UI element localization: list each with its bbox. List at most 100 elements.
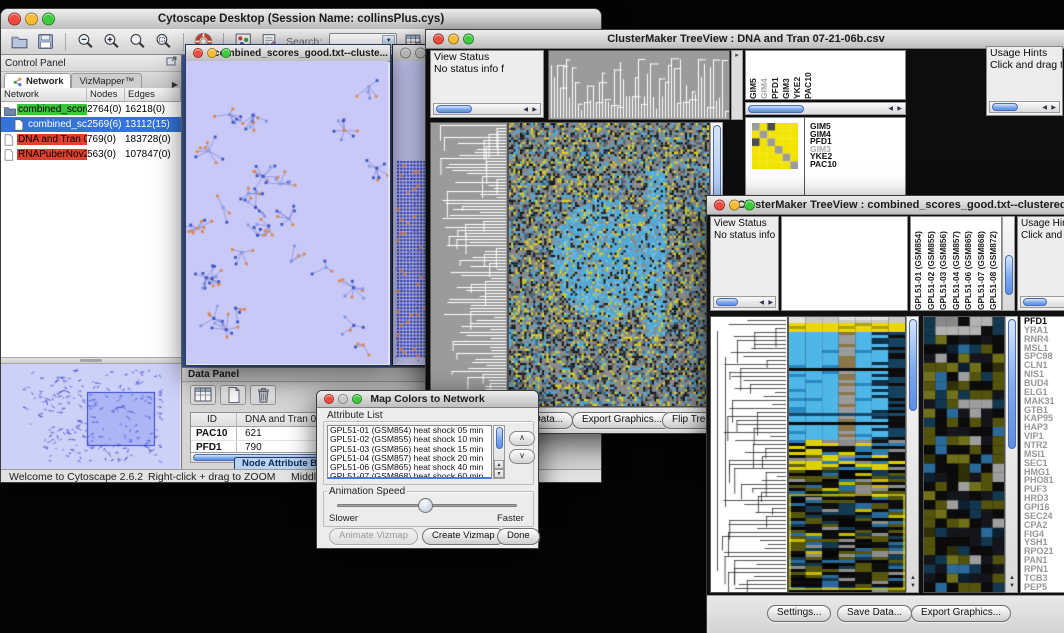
scroll-left-icon[interactable]: ◀ (1042, 105, 1047, 111)
delete-attribute-trash-icon[interactable] (250, 385, 276, 405)
gene-label[interactable]: MON2 (1024, 592, 1064, 593)
tv1-split-strip[interactable]: ▸ (731, 50, 743, 120)
view-status-hscrollbar[interactable]: ◀ ▶ (433, 103, 541, 115)
tv1-zoom-heatmap[interactable] (752, 123, 798, 169)
zoom-button[interactable] (352, 394, 362, 404)
scroll-up-icon[interactable]: ▲ (494, 460, 504, 469)
tv2-labels-vscrollbar[interactable] (1002, 216, 1015, 311)
minimize-button[interactable] (25, 13, 38, 26)
close-button[interactable] (400, 48, 411, 59)
tv2-zoom-vscrollbar[interactable]: ▲ ▼ (1005, 316, 1018, 593)
treeview1-titlebar[interactable]: ClusterMaker TreeView : DNA and Tran 07-… (426, 30, 1064, 49)
minimize-button[interactable] (729, 200, 740, 211)
scroll-left-icon[interactable]: ◀ (888, 106, 893, 112)
tv1-labels-hscrollbar[interactable]: ◀ ▶ (745, 102, 906, 115)
attribute-item[interactable]: GPL51-03 (GSM856) heat shock 15 min (328, 445, 491, 454)
scroll-down-icon[interactable]: ▼ (910, 583, 916, 589)
treeview2-titlebar[interactable]: ClusterMaker TreeView : combined_scores_… (707, 196, 1064, 215)
zoom-button[interactable] (744, 200, 755, 211)
minimize-button[interactable] (207, 48, 217, 58)
view-status-hscrollbar[interactable]: ◀ ▶ (713, 296, 776, 308)
zoom-fit-icon[interactable] (128, 32, 147, 51)
scroll-down-icon[interactable]: ▼ (494, 469, 504, 478)
speed-slider-thumb[interactable] (418, 498, 433, 513)
usage-hints-title: Usage Hints (990, 48, 1059, 60)
new-attribute-icon[interactable] (220, 385, 246, 405)
minimize-button[interactable] (338, 394, 348, 404)
attribute-item[interactable]: GPL51-04 (GSM857) heat shock 20 min (328, 454, 491, 463)
dialog-titlebar[interactable]: Map Colors to Network (317, 391, 538, 408)
attribute-item[interactable]: GPL51-02 (GSM855) heat shock 10 min (328, 435, 491, 444)
tv2-column-labels-panel: GPL51-01 (GSM854)GPL51-02 (GSM855)GPL51-… (910, 216, 1002, 311)
export-graphics-button[interactable]: Export Graphics... (911, 605, 1011, 622)
scroll-left-icon[interactable]: ◀ (759, 300, 764, 306)
save-data-button[interactable]: Save Data... (837, 605, 912, 622)
network-view-titlebar[interactable]: combined_scores_good.txt--cluste... (186, 45, 390, 62)
close-button[interactable] (433, 34, 444, 45)
scroll-left-icon[interactable]: ◀ (523, 107, 528, 113)
scroll-right-icon[interactable]: ▶ (897, 106, 902, 112)
animate-vizmap-button[interactable]: Animate Vizmap (329, 528, 418, 545)
tv2-global-heatmap[interactable] (788, 316, 906, 593)
zoom-button[interactable] (42, 13, 55, 26)
tab-vizmapper[interactable]: VizMapper™ (71, 73, 142, 89)
tv1-row-dendrogram[interactable] (430, 122, 508, 407)
control-panel: Control Panel Network VizMapper™ ▶ Netwo… (1, 55, 182, 469)
tv1-global-heatmap[interactable] (508, 122, 710, 407)
zoom-out-icon[interactable] (76, 32, 95, 51)
save-session-icon[interactable] (36, 32, 55, 51)
tv2-zoom-heatmap[interactable] (923, 316, 1005, 593)
float-panel-icon[interactable] (166, 56, 177, 70)
attribute-item[interactable]: GPL51-06 (GSM865) heat shock 40 min (328, 463, 491, 472)
move-up-button[interactable]: ∧ (509, 431, 535, 446)
zoom-button[interactable] (221, 48, 231, 58)
create-vizmap-button[interactable]: Create Vizmap (422, 528, 505, 545)
folder-icon (3, 104, 17, 116)
close-button[interactable] (193, 48, 203, 58)
desktop: Cytoscape Desktop (Session Name: collins… (0, 0, 1064, 633)
attribute-item[interactable]: GPL51-01 (GSM854) heat shock 05 min (328, 426, 491, 435)
usage-hints-hscrollbar[interactable]: ◀ ▶ (989, 101, 1060, 113)
close-button[interactable] (324, 394, 334, 404)
attribute-item[interactable]: GPL51-07 (GSM868) heat shock 60 min (328, 472, 491, 479)
usage-hints-hscrollbar[interactable] (1020, 296, 1064, 308)
move-down-button[interactable]: ∨ (509, 449, 535, 464)
main-titlebar[interactable]: Cytoscape Desktop (Session Name: collins… (1, 9, 601, 30)
attribute-list-label: Attribute List (325, 410, 385, 421)
tab-network[interactable]: Network (4, 73, 71, 89)
network-row[interactable]: DNA and Tran 07 769(0) 183728(0) (1, 132, 181, 147)
attribute-list-vscrollbar[interactable]: ▲ ▼ (493, 425, 505, 479)
scroll-right-icon[interactable]: ▶ (768, 300, 773, 306)
export-graphics-button[interactable]: Export Graphics... (572, 412, 672, 429)
zoom-in-icon[interactable] (102, 32, 121, 51)
close-button[interactable] (8, 13, 21, 26)
open-session-icon[interactable] (10, 32, 29, 51)
panel-splitter[interactable] (1, 357, 181, 364)
done-button[interactable]: Done (497, 528, 540, 545)
attribute-select-icon[interactable] (190, 385, 216, 405)
view-status-title: View Status (434, 52, 540, 64)
close-button[interactable] (714, 200, 725, 211)
tv1-column-dendrogram[interactable] (548, 50, 730, 120)
zoom-selected-icon[interactable] (154, 32, 173, 51)
scroll-up-icon[interactable]: ▲ (1009, 575, 1015, 581)
document-icon (3, 134, 17, 146)
network-row[interactable]: RNAPuberNov2+ 563(0) 107847(0) (1, 147, 181, 162)
scroll-right-icon[interactable]: ▶ (532, 107, 537, 113)
gene-label[interactable]: PAC10 (810, 161, 837, 169)
network-overview-thumbnail[interactable] (1, 364, 180, 469)
tv2-global-vscrollbar[interactable]: ▲ ▼ (906, 316, 919, 593)
scroll-down-icon[interactable]: ▼ (1009, 583, 1015, 589)
network-row[interactable]: combined_scores 2764(0) 16218(0) (1, 102, 181, 117)
scroll-right-icon[interactable]: ▶ (1051, 105, 1056, 111)
column-label: GPL51-06 (GSM865) (963, 217, 976, 310)
network-row-selected[interactable]: combined_sco 2569(6) 13112(15) (1, 117, 181, 132)
tv2-row-dendrogram[interactable] (710, 316, 788, 593)
tv2-column-dendrogram-area (781, 216, 908, 311)
scroll-up-icon[interactable]: ▲ (910, 575, 916, 581)
minimize-button[interactable] (448, 34, 459, 45)
zoom-button[interactable] (463, 34, 474, 45)
network-graph-canvas[interactable] (186, 61, 388, 364)
settings-button[interactable]: Settings... (767, 605, 831, 622)
dialog-title: Map Colors to Network (370, 393, 484, 405)
